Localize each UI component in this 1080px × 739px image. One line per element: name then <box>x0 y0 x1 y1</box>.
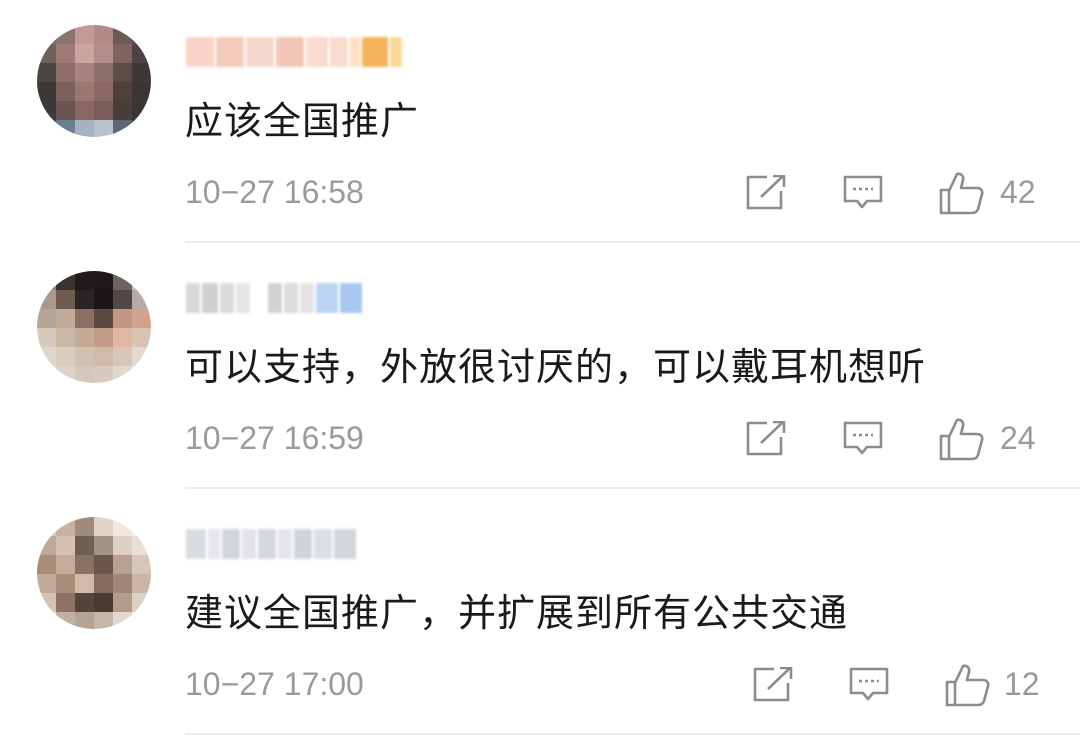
share-icon <box>753 667 793 702</box>
thumbs-up-icon <box>945 664 990 707</box>
comment-text: 建议全国推广，并扩展到所有公共交通 <box>185 591 849 635</box>
like-button[interactable] <box>937 172 985 215</box>
like-count: 24 <box>1000 420 1036 456</box>
comment-reply-icon <box>849 667 889 701</box>
comment-text: 可以支持，外放很讨厌的，可以戴耳机想听 <box>185 345 927 389</box>
reply-button[interactable] <box>842 418 884 460</box>
avatar[interactable] <box>37 271 151 383</box>
thumbs-up-icon <box>939 172 984 215</box>
like-button[interactable] <box>937 418 985 461</box>
comment-text: 应该全国推广 <box>185 99 420 143</box>
share-button[interactable] <box>745 418 787 460</box>
divider <box>185 241 1080 243</box>
share-button[interactable] <box>752 664 794 706</box>
share-icon <box>746 421 786 456</box>
comment-item: 应该全国推广 10−27 16:58 42 <box>0 0 1080 246</box>
like-count: 12 <box>1004 666 1040 702</box>
comment-item: 建议全国推广，并扩展到所有公共交通 10−27 17:00 12 <box>0 492 1080 738</box>
share-button[interactable] <box>745 172 787 214</box>
divider <box>185 487 1080 489</box>
reply-button[interactable] <box>842 172 884 214</box>
username-blurred[interactable] <box>186 29 404 75</box>
reply-button[interactable] <box>848 664 890 706</box>
share-icon <box>746 175 786 210</box>
like-button[interactable] <box>943 664 991 707</box>
username-blurred[interactable] <box>186 275 364 321</box>
comment-timestamp: 10−27 17:00 <box>185 666 364 702</box>
username-blurred[interactable] <box>186 521 358 567</box>
comment-timestamp: 10−27 16:58 <box>185 174 364 210</box>
comment-timestamp: 10−27 16:59 <box>185 420 364 456</box>
divider <box>185 733 1080 735</box>
comment-item: 可以支持，外放很讨厌的，可以戴耳机想听 10−27 16:59 24 <box>0 246 1080 492</box>
comment-reply-icon <box>843 175 883 209</box>
avatar[interactable] <box>37 25 151 137</box>
like-count: 42 <box>1000 174 1036 210</box>
thumbs-up-icon <box>939 418 984 461</box>
comment-reply-icon <box>843 421 883 455</box>
avatar[interactable] <box>37 517 151 629</box>
